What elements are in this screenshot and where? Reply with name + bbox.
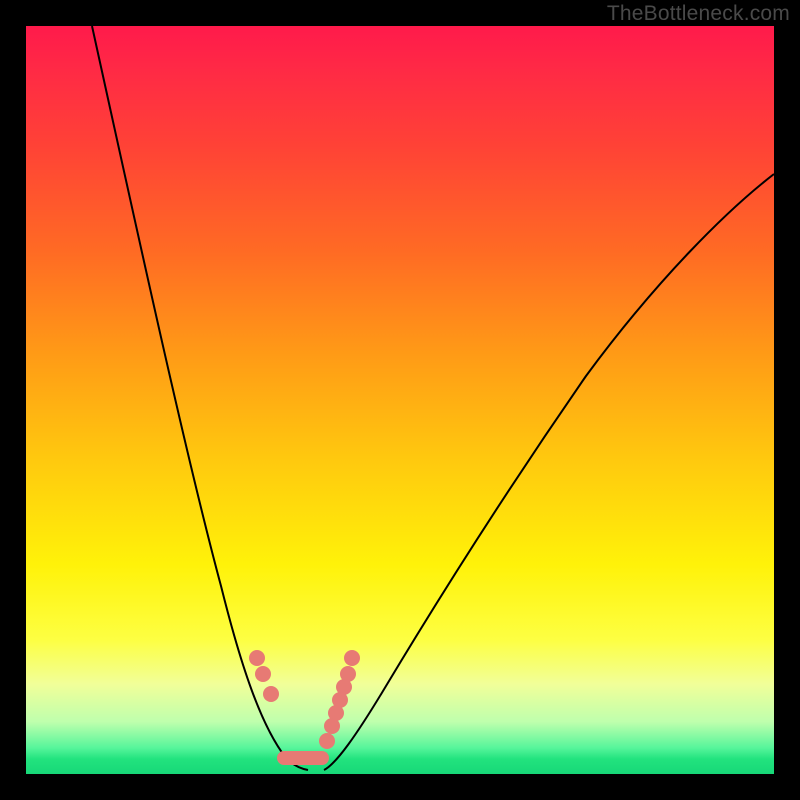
watermark-text: TheBottleneck.com <box>607 2 790 26</box>
left-curve <box>92 26 308 770</box>
marker-group <box>249 650 360 758</box>
chart-svg <box>26 26 774 774</box>
right-curve <box>324 174 774 770</box>
plot-frame <box>26 26 774 774</box>
